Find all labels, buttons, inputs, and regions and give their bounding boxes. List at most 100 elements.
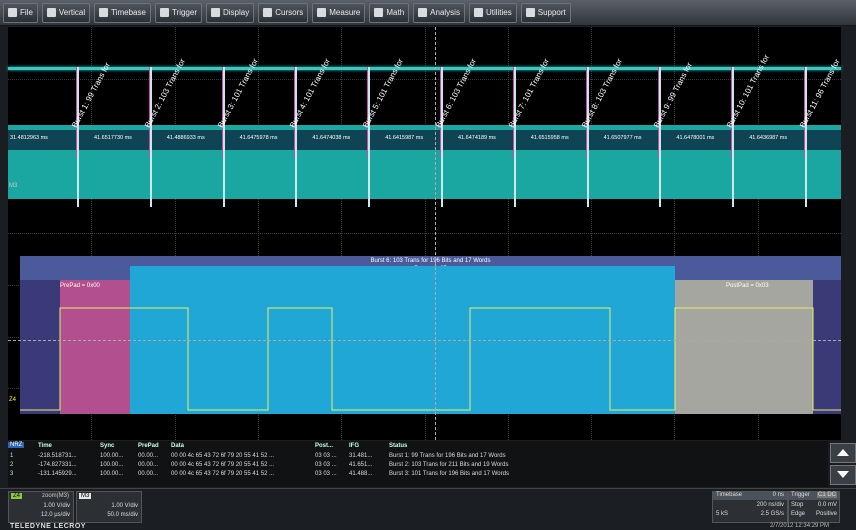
menu-measure-button[interactable]: Measure	[312, 2, 366, 23]
burst-edge	[513, 67, 516, 207]
table-cell-idx: 3	[10, 470, 14, 477]
vertical-cursor[interactable]	[435, 27, 436, 440]
timebase-samplerate: 2.5 GS/s	[760, 511, 784, 517]
burst-edge	[732, 67, 735, 207]
table-cell-prepad: 00.00...	[138, 470, 159, 477]
menu-item-label: Math	[386, 8, 405, 17]
col-prepad[interactable]: PrePad	[138, 443, 159, 449]
table-scroll-down-button[interactable]	[830, 465, 856, 485]
table-cell-sync: 100.00...	[100, 461, 124, 468]
col-status[interactable]: Status	[389, 443, 407, 449]
table-cell-sync: 100.00...	[100, 452, 124, 459]
menu-vertical-button[interactable]: Vertical	[41, 2, 91, 23]
decode-table[interactable]: NRZ Time Sync PrePad Data Post... IFG St…	[8, 441, 828, 487]
table-row[interactable]: 1 -218.518731... 100.00... 00.00... 00 00 4c…	[8, 451, 828, 460]
measure-icon	[317, 8, 327, 17]
table-cell-post: 03 03 ...	[315, 452, 337, 459]
table-cell-time: -218.518731...	[38, 452, 77, 459]
table-cell-time: -131.145929...	[38, 470, 77, 477]
table-cell-ifg: 41.488...	[349, 470, 373, 477]
ifg-value: 41.6507977 ms	[603, 135, 642, 141]
ifg-value: 31.4812963 ms	[10, 135, 48, 141]
table-cell-post: 03 03 ...	[315, 470, 337, 477]
z4-descriptor-box[interactable]: Z4 zoom(M3) 1.00 V/div 12.0 µs/div	[8, 491, 74, 523]
cursors-icon	[263, 8, 273, 17]
analysis-icon	[418, 8, 428, 17]
menu-item-label: Vertical	[58, 8, 86, 17]
table-cell-sync: 100.00...	[100, 470, 124, 477]
menu-item-label: Cursors	[275, 8, 304, 17]
menu-math-button[interactable]: Math	[369, 2, 410, 23]
vertical-icon	[46, 8, 56, 17]
timebase-descriptor-box[interactable]: Timebase 0 ns 200 ns/div 5 kS 2.5 GS/s	[712, 491, 788, 523]
table-row[interactable]: 2 -174.827331... 100.00... 00.00... 00 00 4c…	[8, 460, 828, 469]
table-cell-status: Burst 3: 101 Trans for 196 Bits and 17 W…	[389, 470, 509, 477]
col-data[interactable]: Data	[171, 443, 184, 449]
table-row[interactable]: 3 -131.145929... 100.00... 00.00... 00 00 4c…	[8, 469, 828, 478]
m3-trace-line	[8, 67, 841, 70]
file-icon	[8, 8, 17, 17]
menu-item-label: Utilities	[485, 8, 512, 17]
table-scroll-up-button[interactable]	[830, 443, 856, 463]
menu-item-label: Measure	[329, 8, 361, 17]
table-cell-data: 00 00 4c 65 43 72 6f 79 20 55 41 52 ...	[171, 461, 275, 468]
menu-item-label: Trigger	[171, 8, 197, 17]
table-header-row: NRZ Time Sync PrePad Data Post... IFG St…	[8, 441, 828, 450]
burst-edge	[149, 67, 152, 207]
burst-edge	[77, 67, 79, 207]
menu-utilities-button[interactable]: Utilities	[468, 2, 517, 23]
grid-line	[8, 233, 841, 235]
m3-descriptor-box[interactable]: M3 1.00 V/div 50.0 ms/div	[76, 491, 142, 523]
table-cell-data: 00 00 4c 65 43 72 6f 79 20 55 41 52 ...	[171, 470, 275, 477]
menu-item-label: File	[20, 8, 33, 17]
z4-trace-label: Z4	[9, 397, 17, 403]
timebase-icon	[99, 8, 109, 17]
menu-support-button[interactable]: Support	[520, 2, 571, 23]
menu-trigger-button[interactable]: Trigger	[154, 2, 202, 23]
protocol-badge[interactable]: NRZ	[8, 442, 25, 448]
table-cell-ifg: 41.651...	[349, 461, 373, 468]
col-ifg[interactable]: IFG	[349, 443, 359, 449]
m3-vdiv: 1.00 V/div	[111, 503, 138, 509]
trigger-title: Trigger	[791, 492, 810, 498]
col-sync[interactable]: Sync	[100, 443, 114, 449]
z4-tag: Z4	[11, 493, 23, 499]
menu-item-label: Analysis	[430, 8, 460, 17]
trigger-level: 0.0 mV	[817, 502, 837, 508]
menu-item-label: Timebase	[111, 8, 146, 17]
ifg-value: 41.6475978 ms	[239, 135, 278, 141]
zoom-waveform	[20, 307, 841, 411]
trigger-descriptor-box[interactable]: Trigger C1 DC Stop 0.0 mV Edge Positive	[788, 491, 840, 523]
display-icon	[211, 8, 220, 17]
waveform-display[interactable]: Burst 1: 99 Trans for Burst 2: 103 Trans …	[8, 27, 842, 440]
table-cell-time: -174.827331...	[38, 461, 77, 468]
ifg-annotation-band	[8, 130, 841, 150]
math-icon	[374, 8, 384, 17]
trigger-icon	[159, 8, 169, 17]
table-cell-prepad: 00.00...	[138, 452, 159, 459]
menu-file-button[interactable]: File	[3, 2, 38, 23]
timebase-samples: 5 kS	[716, 511, 729, 517]
ifg-value: 41.6415987 ms	[385, 135, 424, 141]
z4-tdiv: 12.0 µs/div	[40, 512, 70, 518]
col-time[interactable]: Time	[38, 443, 52, 449]
zoom-burst-title: Burst 6: 103 Trans for 196 Bits and 17 W…	[370, 258, 491, 264]
grid-line	[8, 78, 841, 80]
trigger-slope: Positive	[815, 511, 837, 517]
menu-item-label: Display	[223, 8, 250, 17]
m3-tag: M3	[79, 493, 92, 499]
support-icon	[525, 8, 535, 17]
menu-display-button[interactable]: Display	[206, 2, 255, 23]
menu-analysis-button[interactable]: Analysis	[413, 2, 465, 23]
table-cell-status: Burst 2: 103 Trans for 211 Bits and 19 W…	[389, 461, 509, 468]
menu-bar: File Vertical Timebase Trigger Display Cursor…	[0, 0, 856, 26]
table-cell-post: 03 03 ...	[315, 461, 337, 468]
table-cell-idx: 2	[10, 461, 14, 468]
menu-cursors-button[interactable]: Cursors	[258, 2, 309, 23]
ifg-value: 41.6515958 ms	[530, 135, 569, 141]
utilities-icon	[473, 8, 483, 17]
col-post[interactable]: Post...	[315, 443, 333, 449]
menu-timebase-button[interactable]: Timebase	[94, 2, 151, 23]
horizontal-cursor[interactable]	[8, 340, 841, 341]
trigger-state: Stop	[791, 502, 804, 508]
